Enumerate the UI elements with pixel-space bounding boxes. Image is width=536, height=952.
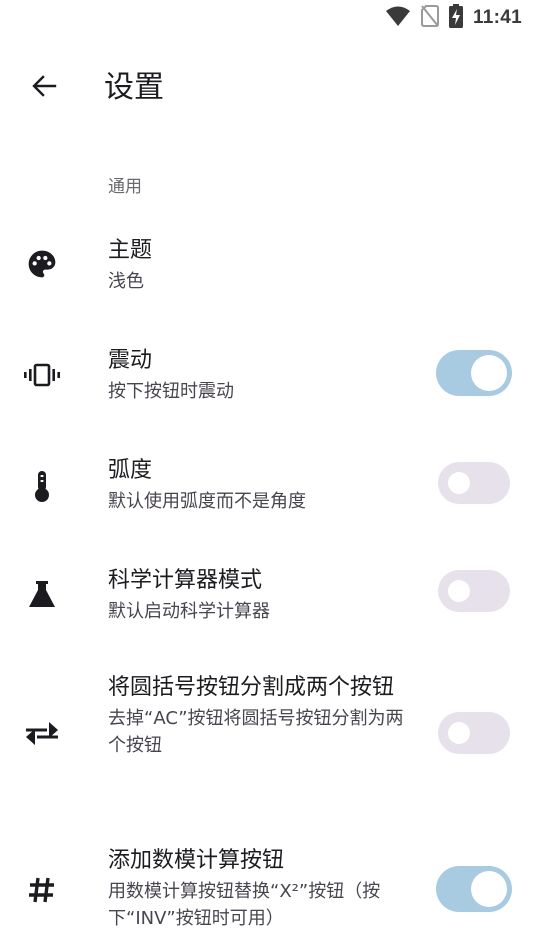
split-parentheses-switch[interactable] — [438, 712, 510, 754]
page-title: 设置 — [104, 70, 164, 105]
setting-modulo-button[interactable]: 添加数模计算按钮 用数模计算按钮替换“X²”按钮（按下“INV”按钮时可用） — [0, 842, 536, 950]
setting-scientific-mode-text: 科学计算器模式 默认启动科学计算器 — [108, 564, 408, 625]
setting-title: 添加数模计算按钮 — [108, 848, 285, 873]
swap-horiz-icon — [22, 714, 62, 754]
thermometer-icon — [22, 466, 62, 506]
setting-title: 主题 — [108, 238, 153, 263]
status-bar: 11:41 — [0, 0, 536, 36]
switch-thumb — [448, 722, 470, 744]
no-sim-icon — [420, 5, 439, 31]
setting-summary: 默认启动科学计算器 — [108, 601, 270, 622]
vibration-icon — [22, 355, 62, 395]
setting-title: 将圆括号按钮分割成两个按钮 — [108, 675, 395, 700]
switch-thumb — [448, 580, 470, 602]
setting-summary: 去掉“AC”按钮将圆括号按钮分割为两个按钮 — [108, 708, 404, 756]
setting-radians[interactable]: 弧度 默认使用弧度而不是角度 — [0, 448, 536, 524]
switch-thumb — [471, 871, 507, 907]
palette-icon — [22, 244, 62, 284]
setting-summary: 浅色 — [108, 271, 144, 292]
setting-title: 震动 — [108, 348, 153, 373]
modulo-button-switch[interactable] — [436, 866, 512, 912]
setting-theme-text: 主题 浅色 — [108, 234, 408, 295]
setting-split-parentheses-text: 将圆括号按钮分割成两个按钮 去掉“AC”按钮将圆括号按钮分割为两个按钮 — [108, 670, 404, 759]
hashtag-icon — [22, 870, 62, 910]
section-header: 通用 — [108, 177, 142, 197]
back-button[interactable] — [22, 66, 66, 110]
wifi-icon — [385, 5, 411, 31]
setting-summary: 用数模计算按钮替换“X²”按钮（按下“INV”按钮时可用） — [108, 881, 381, 929]
status-time: 11:41 — [472, 7, 522, 28]
setting-split-parentheses[interactable]: 将圆括号按钮分割成两个按钮 去掉“AC”按钮将圆括号按钮分割为两个按钮 — [0, 668, 536, 802]
setting-vibration[interactable]: 震动 按下按钮时震动 — [0, 338, 536, 414]
setting-vibration-text: 震动 按下按钮时震动 — [108, 344, 408, 405]
app-bar: 设置 — [0, 60, 536, 116]
arrow-back-icon — [31, 73, 57, 103]
battery-charging-icon — [448, 4, 463, 32]
setting-radians-text: 弧度 默认使用弧度而不是角度 — [108, 454, 408, 515]
setting-title: 科学计算器模式 — [108, 568, 263, 593]
setting-summary: 按下按钮时震动 — [108, 381, 234, 402]
setting-title: 弧度 — [108, 458, 153, 483]
scientific-mode-switch[interactable] — [438, 570, 510, 612]
setting-theme[interactable]: 主题 浅色 — [0, 228, 536, 304]
flask-icon — [22, 574, 62, 614]
setting-summary: 默认使用弧度而不是角度 — [108, 491, 306, 512]
status-icons: 11:41 — [385, 4, 522, 32]
switch-thumb — [471, 355, 507, 391]
setting-scientific-mode[interactable]: 科学计算器模式 默认启动科学计算器 — [0, 558, 536, 634]
switch-thumb — [448, 472, 470, 494]
vibration-switch[interactable] — [436, 350, 512, 396]
radians-switch[interactable] — [438, 462, 510, 504]
setting-modulo-button-text: 添加数模计算按钮 用数模计算按钮替换“X²”按钮（按下“INV”按钮时可用） — [108, 844, 404, 932]
